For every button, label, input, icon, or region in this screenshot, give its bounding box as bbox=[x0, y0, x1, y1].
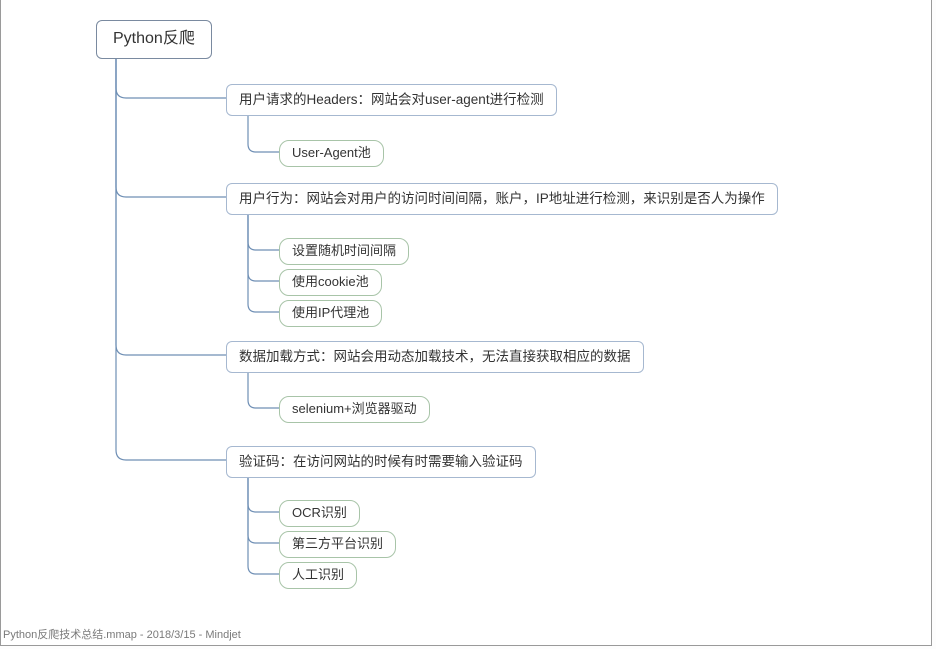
category-node-captcha[interactable]: 验证码：在访问网站的时候有时需要输入验证码 bbox=[226, 446, 536, 478]
leaf-label: 第三方平台识别 bbox=[292, 536, 383, 551]
leaf-node-ip-proxy-pool[interactable]: 使用IP代理池 bbox=[279, 300, 382, 327]
leaf-label: 设置随机时间间隔 bbox=[292, 243, 396, 258]
leaf-label: OCR识别 bbox=[292, 505, 347, 520]
leaf-label: User-Agent池 bbox=[292, 145, 371, 160]
leaf-node-ocr[interactable]: OCR识别 bbox=[279, 500, 360, 527]
footer-label: Python反爬技术总结.mmap - 2018/3/15 - Mindjet bbox=[3, 629, 241, 641]
category-node-user-behavior[interactable]: 用户行为：网站会对用户的访问时间间隔，账户，IP地址进行检测，来识别是否人为操作 bbox=[226, 183, 778, 215]
category-label: 用户请求的Headers：网站会对user-agent进行检测 bbox=[239, 92, 544, 107]
leaf-node-third-party[interactable]: 第三方平台识别 bbox=[279, 531, 396, 558]
leaf-label: 使用cookie池 bbox=[292, 274, 369, 289]
mindmap-frame: Python反爬 用户请求的Headers：网站会对user-agent进行检测… bbox=[0, 0, 932, 646]
leaf-node-manual[interactable]: 人工识别 bbox=[279, 562, 357, 589]
root-label: Python反爬 bbox=[113, 30, 195, 47]
category-node-headers[interactable]: 用户请求的Headers：网站会对user-agent进行检测 bbox=[226, 84, 557, 116]
root-node[interactable]: Python反爬 bbox=[96, 20, 212, 59]
category-label: 用户行为：网站会对用户的访问时间间隔，账户，IP地址进行检测，来识别是否人为操作 bbox=[239, 191, 765, 206]
footer-status: Python反爬技术总结.mmap - 2018/3/15 - Mindjet bbox=[3, 626, 241, 642]
leaf-label: selenium+浏览器驱动 bbox=[292, 401, 417, 416]
leaf-node-random-interval[interactable]: 设置随机时间间隔 bbox=[279, 238, 409, 265]
category-node-dynamic-loading[interactable]: 数据加载方式：网站会用动态加载技术，无法直接获取相应的数据 bbox=[226, 341, 644, 373]
leaf-node-selenium[interactable]: selenium+浏览器驱动 bbox=[279, 396, 430, 423]
category-label: 数据加载方式：网站会用动态加载技术，无法直接获取相应的数据 bbox=[239, 349, 631, 364]
leaf-node-cookie-pool[interactable]: 使用cookie池 bbox=[279, 269, 382, 296]
leaf-label: 使用IP代理池 bbox=[292, 305, 369, 320]
leaf-node-user-agent-pool[interactable]: User-Agent池 bbox=[279, 140, 384, 167]
leaf-label: 人工识别 bbox=[292, 567, 344, 582]
category-label: 验证码：在访问网站的时候有时需要输入验证码 bbox=[239, 454, 523, 469]
